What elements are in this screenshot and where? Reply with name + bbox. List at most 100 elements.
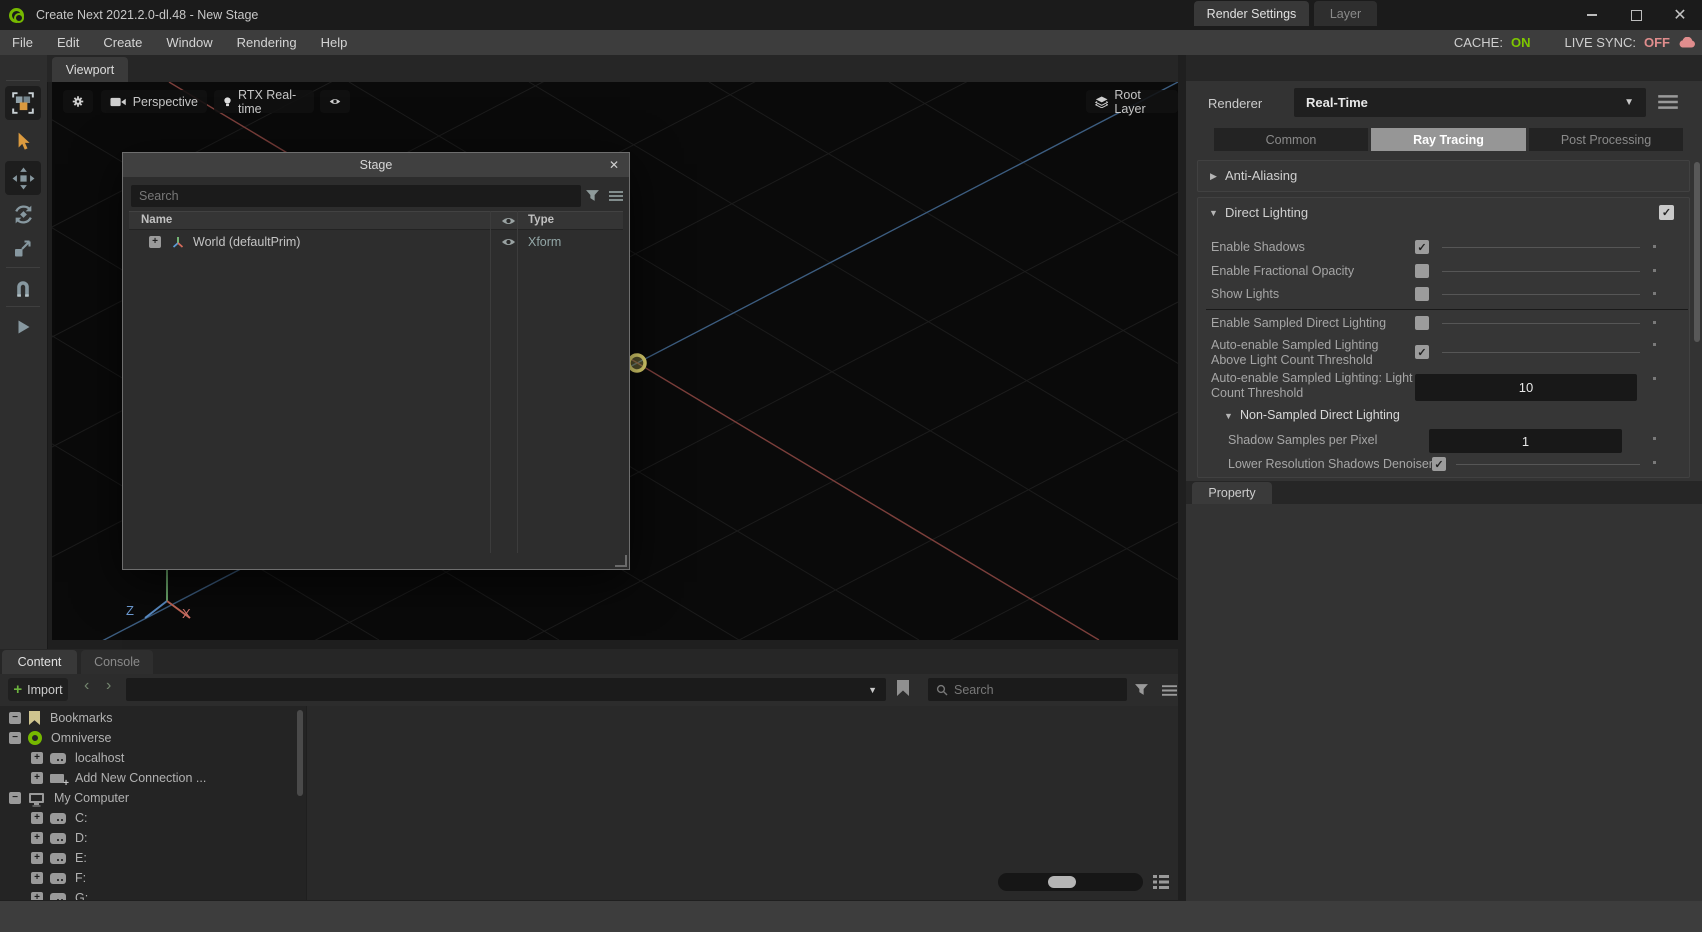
snap-tool-button[interactable] [5, 271, 41, 305]
content-options-icon[interactable] [1162, 685, 1177, 696]
enable-shadows-checkbox[interactable] [1415, 240, 1429, 254]
camera-mode-button[interactable]: Perspective [101, 90, 207, 113]
menu-rendering[interactable]: Rendering [225, 35, 309, 50]
play-button[interactable] [5, 310, 41, 344]
show-lights-checkbox[interactable] [1415, 287, 1429, 301]
expand-arrow-icon[interactable]: ▼ [1209, 208, 1218, 218]
viewport-visibility-button[interactable] [320, 90, 350, 113]
back-button[interactable]: ‹ [84, 677, 89, 695]
expand-toggle[interactable]: − [9, 732, 21, 744]
prim-visibility-icon[interactable] [501, 237, 516, 247]
tree-item-drive-d[interactable]: + D: [0, 828, 306, 848]
tab-console[interactable]: Console [81, 650, 153, 674]
tree-item-drive-e[interactable]: + E: [0, 848, 306, 868]
reset-dot[interactable] [1653, 321, 1656, 324]
light-count-threshold-field[interactable]: 10 [1415, 374, 1637, 401]
tree-item-localhost[interactable]: + localhost [0, 748, 306, 768]
expand-toggle[interactable]: + [31, 772, 43, 784]
slider-thumb[interactable] [1048, 876, 1076, 888]
tree-item-my-computer[interactable]: − My Computer [0, 788, 306, 808]
expand-toggle[interactable]: + [31, 812, 43, 824]
menu-create[interactable]: Create [91, 35, 154, 50]
reset-dot[interactable] [1653, 245, 1656, 248]
select-prim-tool-button[interactable] [5, 86, 41, 120]
content-search-input[interactable] [928, 678, 1127, 701]
scale-tool-button[interactable] [5, 231, 41, 265]
visibility-column-icon[interactable] [501, 216, 516, 226]
renderer-mode-button[interactable]: RTX Real-time [214, 90, 314, 113]
renderer-options-icon[interactable] [1658, 95, 1678, 109]
fractional-opacity-checkbox[interactable] [1415, 264, 1429, 278]
subsection-arrow-icon[interactable]: ▼ [1224, 411, 1233, 421]
reset-dot[interactable] [1653, 269, 1656, 272]
mode-post-processing-button[interactable]: Post Processing [1529, 128, 1683, 151]
stage-options-icon[interactable] [609, 191, 623, 201]
expand-toggle[interactable]: − [9, 792, 21, 804]
content-files-pane[interactable] [307, 706, 1178, 900]
viewport-settings-button[interactable] [63, 90, 93, 113]
rotate-tool-button[interactable] [5, 197, 41, 231]
tree-item-omniverse[interactable]: − Omniverse [0, 728, 306, 748]
stage-col-name[interactable]: Name [141, 214, 172, 226]
menu-file[interactable]: File [0, 35, 45, 50]
mode-common-button[interactable]: Common [1214, 128, 1368, 151]
stage-filter-icon[interactable] [585, 189, 600, 202]
tab-property[interactable]: Property [1192, 482, 1272, 504]
pointer-tool-button[interactable] [5, 125, 41, 159]
menu-window[interactable]: Window [154, 35, 224, 50]
expand-toggle[interactable]: + [31, 852, 43, 864]
move-tool-button[interactable] [5, 161, 41, 195]
tab-content[interactable]: Content [2, 650, 77, 674]
stage-row-world[interactable]: + World (defaultPrim) Xform [129, 232, 623, 251]
expand-toggle[interactable]: + [149, 236, 161, 248]
tree-item-drive-g[interactable]: + G: [0, 888, 306, 900]
expand-toggle[interactable]: − [9, 712, 21, 724]
reset-dot[interactable] [1653, 461, 1656, 464]
tree-item-bookmarks[interactable]: − Bookmarks [0, 708, 306, 728]
forward-button[interactable]: › [106, 677, 111, 695]
view-mode-icon[interactable] [1153, 875, 1169, 889]
stage-close-button[interactable]: ✕ [606, 157, 622, 173]
expand-toggle[interactable]: + [31, 872, 43, 884]
stage-window-titlebar[interactable]: Stage [123, 153, 629, 177]
cloud-icon[interactable] [1678, 37, 1696, 48]
stage-search-input[interactable] [131, 185, 581, 207]
direct-lighting-checkbox[interactable] [1659, 205, 1674, 220]
sampled-direct-lighting-checkbox[interactable] [1415, 316, 1429, 330]
tree-item-drive-c[interactable]: + C: [0, 808, 306, 828]
lowres-shadows-denoiser-checkbox[interactable] [1432, 457, 1446, 471]
mode-ray-tracing-button[interactable]: Ray Tracing [1371, 128, 1526, 151]
tab-viewport[interactable]: Viewport [52, 57, 128, 82]
auto-enable-sampled-checkbox[interactable] [1415, 345, 1429, 359]
tree-scrollbar[interactable] [297, 710, 303, 796]
menu-help[interactable]: Help [309, 35, 360, 50]
close-button[interactable]: ✕ [1658, 0, 1702, 30]
bookmark-icon[interactable] [897, 680, 909, 696]
path-dropdown-icon[interactable]: ▼ [868, 685, 877, 695]
collapse-arrow-icon[interactable]: ▶ [1210, 171, 1217, 182]
minimize-button[interactable] [1570, 0, 1614, 30]
tree-item-drive-f[interactable]: + F: [0, 868, 306, 888]
reset-dot[interactable] [1653, 343, 1656, 346]
stage-col-type[interactable]: Type [528, 214, 554, 226]
maximize-button[interactable] [1614, 0, 1658, 30]
expand-toggle[interactable]: + [31, 752, 43, 764]
expand-toggle[interactable]: + [31, 892, 43, 900]
tree-item-add-connection[interactable]: + Add New Connection ... [0, 768, 306, 788]
root-layer-button[interactable]: Root Layer [1086, 90, 1178, 113]
menu-edit[interactable]: Edit [45, 35, 91, 50]
path-bar[interactable]: ▼ [126, 678, 886, 701]
render-settings-scrollbar[interactable] [1694, 162, 1700, 342]
content-filter-icon[interactable] [1134, 683, 1149, 696]
resize-grip[interactable] [615, 555, 627, 567]
import-button[interactable]: + Import [8, 678, 68, 701]
reset-dot[interactable] [1653, 292, 1656, 295]
reset-dot[interactable] [1653, 437, 1656, 440]
thumbnail-size-slider[interactable] [998, 873, 1143, 891]
tab-render-settings[interactable]: Render Settings [1194, 1, 1309, 26]
shadow-samples-field[interactable]: 1 [1429, 429, 1622, 453]
tab-layer[interactable]: Layer [1314, 1, 1377, 26]
reset-dot[interactable] [1653, 377, 1656, 380]
renderer-dropdown[interactable]: Real-Time ▼ [1294, 88, 1646, 117]
expand-toggle[interactable]: + [31, 832, 43, 844]
